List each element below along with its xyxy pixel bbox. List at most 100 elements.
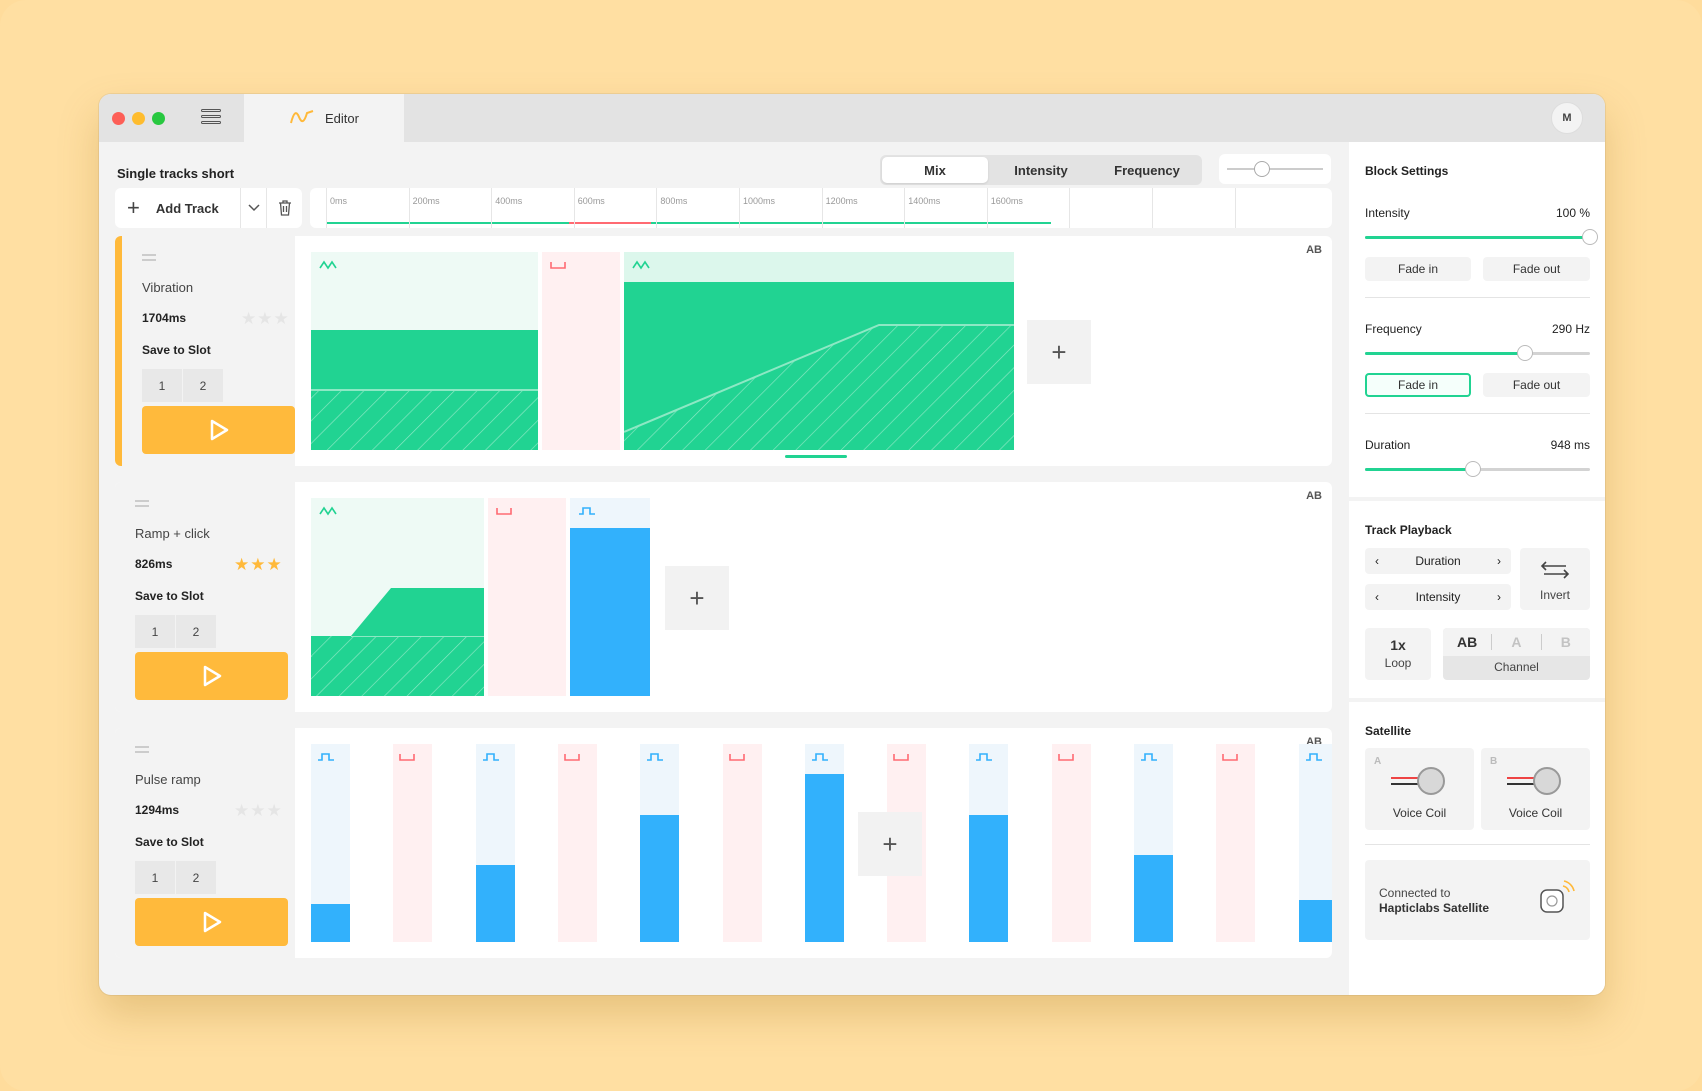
click-block[interactable] — [311, 744, 350, 942]
slot-2-button[interactable]: 2 — [176, 861, 216, 894]
star-icon[interactable]: ★ — [257, 309, 273, 328]
rating-stars[interactable]: ★★★ — [241, 309, 290, 329]
add-track-dropdown[interactable] — [240, 188, 266, 228]
channel-option-a[interactable]: A — [1492, 634, 1542, 650]
connection-status[interactable]: Connected to Hapticlabs Satellite — [1365, 860, 1590, 940]
frequency-slider[interactable] — [1365, 345, 1590, 361]
pause-block[interactable] — [722, 744, 762, 942]
duration-stepper[interactable]: ‹ Duration › — [1365, 548, 1511, 574]
track-pulse-ramp[interactable]: Pulse ramp 1294ms ★★★ Save to Slot 1 2 A… — [115, 728, 1332, 958]
frequency-slider-knob[interactable] — [1516, 345, 1533, 361]
intensity-fade-out-button[interactable]: Fade out — [1483, 257, 1590, 281]
play-button[interactable] — [142, 406, 295, 454]
tab-intensity[interactable]: Intensity — [988, 157, 1094, 183]
click-block[interactable] — [475, 744, 515, 942]
pause-block[interactable] — [557, 744, 597, 942]
vibration-block[interactable] — [311, 498, 484, 696]
add-block-button[interactable]: + — [1027, 320, 1091, 384]
minimize-window-button[interactable] — [132, 112, 145, 125]
play-button[interactable] — [135, 652, 288, 700]
close-window-button[interactable] — [112, 112, 125, 125]
channel-option-b[interactable]: B — [1542, 634, 1590, 650]
vibration-block[interactable] — [311, 252, 538, 450]
pause-block[interactable] — [488, 498, 566, 696]
slot-1-button[interactable]: 1 — [142, 369, 182, 402]
drag-handle-icon[interactable] — [142, 254, 156, 264]
chevron-right-icon[interactable]: › — [1497, 590, 1501, 604]
star-icon[interactable]: ★ — [250, 555, 266, 574]
pause-block[interactable] — [542, 252, 620, 450]
add-block-button[interactable]: + — [858, 812, 922, 876]
click-block[interactable] — [570, 498, 650, 696]
pause-block[interactable] — [393, 744, 433, 942]
tab-editor[interactable]: Editor — [244, 94, 404, 142]
intensity-label: Intensity — [1365, 206, 1410, 220]
save-to-slot-label: Save to Slot — [135, 589, 204, 603]
click-block[interactable] — [804, 744, 844, 942]
channel-option-ab[interactable]: AB — [1443, 634, 1493, 650]
channel-badge: AB — [1306, 244, 1322, 256]
menu-icon[interactable] — [201, 109, 221, 127]
add-track-button[interactable]: + Add Track — [115, 188, 240, 228]
zoom-slider[interactable] — [1219, 154, 1331, 184]
loop-value: 1x — [1390, 637, 1406, 653]
track-ramp-click[interactable]: Ramp + click 826ms ★★★ Save to Slot 1 2 … — [115, 482, 1332, 712]
click-block[interactable] — [640, 744, 680, 942]
maximize-window-button[interactable] — [152, 112, 165, 125]
drag-handle-icon[interactable] — [135, 746, 149, 756]
star-icon[interactable]: ★ — [250, 801, 266, 820]
plus-icon: + — [127, 195, 140, 220]
rating-stars[interactable]: ★★★ — [234, 555, 283, 575]
zoom-slider-knob[interactable] — [1254, 161, 1270, 177]
star-icon[interactable]: ★ — [267, 801, 283, 820]
tab-frequency[interactable]: Frequency — [1094, 157, 1200, 183]
loop-button[interactable]: 1x Loop — [1365, 628, 1431, 680]
rating-stars[interactable]: ★★★ — [234, 801, 283, 821]
add-block-button[interactable]: + — [665, 566, 729, 630]
drag-handle-icon[interactable] — [135, 500, 149, 510]
timeline-ruler[interactable]: 0ms 200ms 400ms 600ms 800ms 1000ms 1200ms 1400m… — [310, 188, 1332, 228]
pulse-icon — [1305, 753, 1322, 761]
pulse-icon — [647, 753, 664, 761]
star-icon[interactable]: ★ — [241, 309, 257, 328]
star-icon[interactable]: ★ — [274, 309, 290, 328]
slot-1-button[interactable]: 1 — [135, 615, 175, 648]
star-icon[interactable]: ★ — [234, 801, 250, 820]
duration-slider-knob[interactable] — [1465, 461, 1481, 477]
delete-track-button[interactable] — [266, 188, 302, 228]
invert-button[interactable]: Invert — [1520, 548, 1590, 610]
star-icon[interactable]: ★ — [267, 555, 283, 574]
slot-2-button[interactable]: 2 — [176, 615, 216, 648]
tab-mix[interactable]: Mix — [882, 157, 988, 183]
play-button[interactable] — [135, 898, 288, 946]
frequency-fade-in-button[interactable]: Fade in — [1365, 373, 1471, 397]
voice-coil-b[interactable]: B Voice Coil — [1481, 748, 1590, 830]
click-level-bar — [1134, 854, 1173, 942]
slot-1-button[interactable]: 1 — [135, 861, 175, 894]
click-block[interactable] — [1298, 744, 1332, 942]
intensity-slider-knob[interactable] — [1582, 229, 1598, 245]
intensity-slider[interactable] — [1365, 229, 1598, 245]
click-block[interactable] — [969, 744, 1009, 942]
frequency-fade-out-button[interactable]: Fade out — [1483, 373, 1590, 397]
duration-slider[interactable] — [1365, 461, 1590, 477]
play-icon — [203, 665, 221, 687]
chevron-left-icon[interactable]: ‹ — [1375, 554, 1379, 568]
click-block[interactable] — [1134, 744, 1173, 942]
track-vibration[interactable]: Vibration 1704ms ★★★ Save to Slot 1 2 AB — [115, 236, 1332, 466]
intensity-stepper[interactable]: ‹ Intensity › — [1365, 584, 1511, 610]
star-icon[interactable]: ★ — [234, 555, 250, 574]
avatar[interactable]: M — [1551, 102, 1583, 134]
vibration-block-selected[interactable] — [624, 252, 1014, 450]
coil-key: A — [1374, 756, 1382, 767]
voice-coil-icon — [1507, 767, 1561, 795]
chevron-right-icon[interactable]: › — [1497, 554, 1501, 568]
ruler-tick: 0ms — [326, 188, 347, 228]
block-resize-handle[interactable] — [785, 455, 847, 458]
pause-block[interactable] — [1051, 744, 1091, 942]
voice-coil-a[interactable]: A Voice Coil — [1365, 748, 1474, 830]
slot-2-button[interactable]: 2 — [183, 369, 223, 402]
pause-block[interactable] — [1216, 744, 1256, 942]
chevron-left-icon[interactable]: ‹ — [1375, 590, 1379, 604]
intensity-fade-in-button[interactable]: Fade in — [1365, 257, 1471, 281]
